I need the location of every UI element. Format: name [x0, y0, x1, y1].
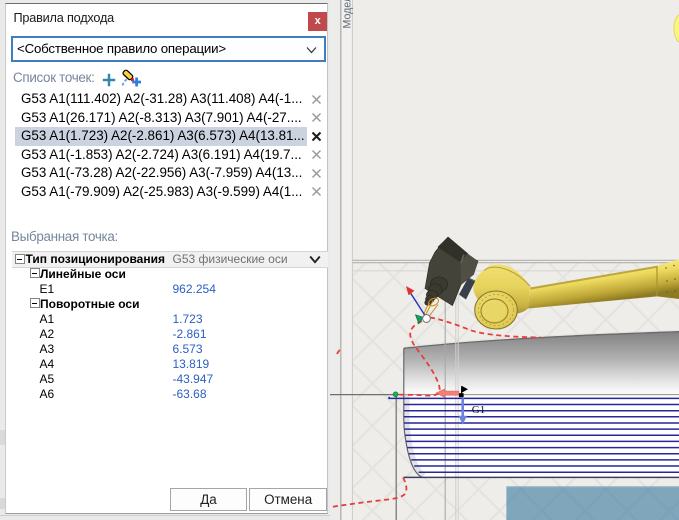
svg-text:G1: G1 — [472, 404, 485, 416]
svg-text:Модель: Модель — [342, 0, 354, 29]
